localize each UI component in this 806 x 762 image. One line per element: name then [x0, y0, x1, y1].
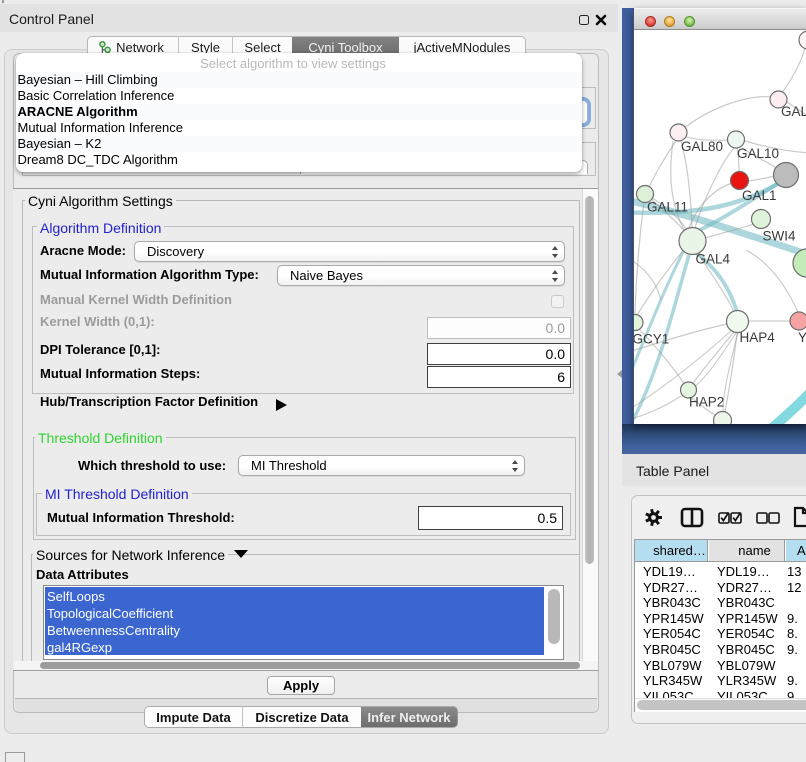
- svg-text:GAL1: GAL1: [742, 188, 777, 203]
- svg-text:Y: Y: [798, 330, 806, 345]
- svg-text:GCY1: GCY1: [634, 332, 669, 347]
- svg-text:GAL80: GAL80: [681, 139, 723, 154]
- svg-text:HAP2: HAP2: [689, 395, 724, 410]
- svg-text:HAP4: HAP4: [740, 330, 776, 345]
- svg-text:GAL: GAL: [781, 104, 806, 119]
- svg-text:SWI4: SWI4: [763, 229, 796, 244]
- svg-text:GAL11: GAL11: [647, 200, 688, 215]
- svg-text:GAL10: GAL10: [737, 146, 779, 161]
- svg-text:GAL4: GAL4: [696, 252, 731, 267]
